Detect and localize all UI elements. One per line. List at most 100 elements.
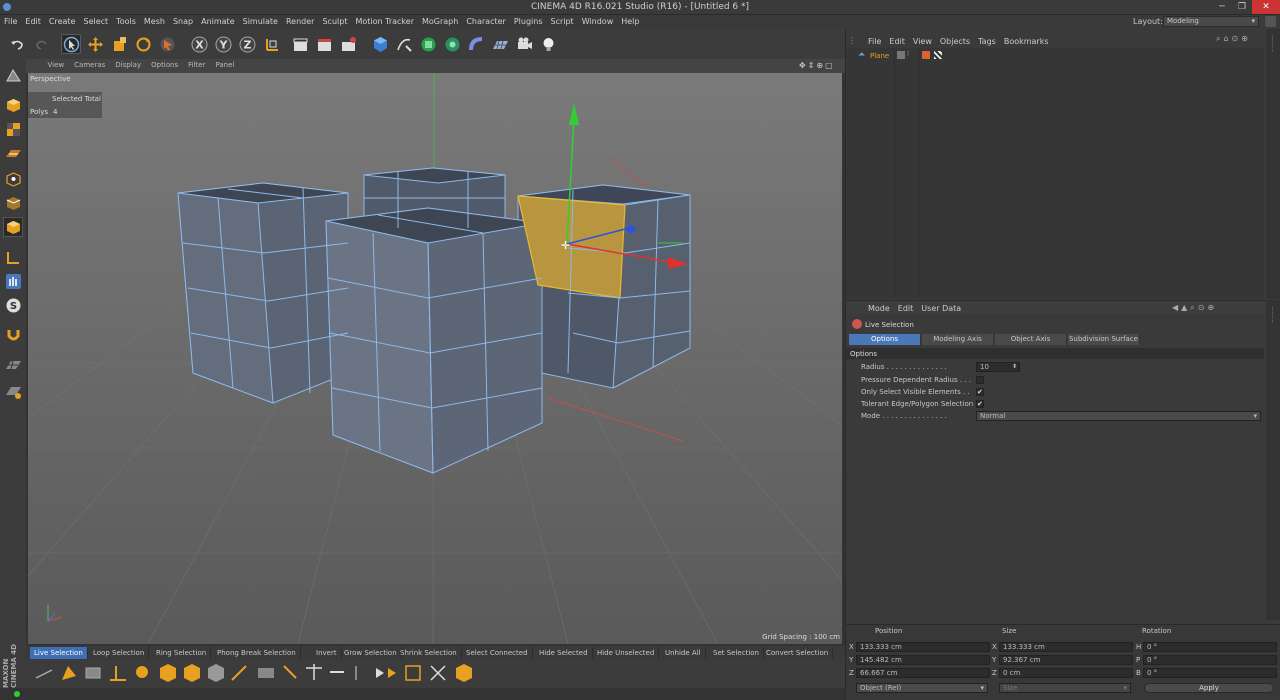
menu-render[interactable]: Render (282, 15, 318, 28)
y-axis-lock-button[interactable]: Y (213, 34, 233, 54)
cloner-button[interactable] (442, 34, 462, 54)
side-tab-labels[interactable]: ········· (1266, 300, 1277, 329)
phong-tag-icon[interactable] (922, 51, 930, 59)
viewport-canvas[interactable]: ✛ (28, 73, 842, 644)
menu-file[interactable]: File (0, 15, 21, 28)
menu-mesh[interactable]: Mesh (140, 15, 169, 28)
command-shrink-selection[interactable]: Shrink Selection (396, 647, 462, 659)
menu-window[interactable]: Window (578, 15, 618, 28)
size-y-input[interactable]: 92.367 cm (999, 655, 1133, 665)
undo-button[interactable] (7, 34, 27, 54)
object-name[interactable]: Plane (870, 52, 889, 60)
close-button[interactable]: ✕ (1252, 0, 1280, 14)
command-invert[interactable]: Invert (312, 647, 342, 659)
deformer-button[interactable] (466, 34, 486, 54)
viewport-menu-cameras[interactable]: Cameras (69, 59, 110, 71)
objects-panel-icons[interactable]: ⌕⌂⊙⊕ (1216, 34, 1251, 44)
pressure-radius-checkbox[interactable] (976, 376, 984, 384)
menu-simulate[interactable]: Simulate (239, 15, 282, 28)
command-hide-selected[interactable]: Hide Selected (535, 647, 593, 659)
tab-modeling-axis[interactable]: Modeling Axis (922, 334, 994, 345)
objects-menu-bookmarks[interactable]: Bookmarks (1000, 35, 1053, 48)
render-to-picture-viewer-button[interactable] (314, 34, 334, 54)
scale-tool-button[interactable] (109, 34, 129, 54)
3d-viewport[interactable]: ✛ Perspective Selected Total Polys 4 Gri… (28, 73, 842, 644)
menu-snap[interactable]: Snap (169, 15, 197, 28)
minimize-button[interactable]: ─ (1212, 0, 1232, 14)
move-tool-button[interactable] (85, 34, 105, 54)
objects-side-tabs[interactable]: ········· (1266, 29, 1280, 299)
menu-mograph[interactable]: MoGraph (418, 15, 462, 28)
model-mode-button[interactable] (3, 95, 23, 115)
menu-animate[interactable]: Animate (197, 15, 239, 28)
object-list[interactable]: ⏶ Plane ⁝ (846, 48, 1264, 298)
layout-toggle-icon[interactable] (1265, 16, 1276, 27)
position-y-input[interactable]: 145.482 cm (856, 655, 990, 665)
material-tag-icon[interactable] (934, 51, 942, 59)
size-z-input[interactable]: 0 cm (999, 668, 1133, 678)
floor-button[interactable] (490, 34, 510, 54)
layer-icon[interactable] (897, 51, 905, 59)
radius-input[interactable]: 10 ⬍ (976, 362, 1020, 372)
points-mode-button[interactable] (3, 169, 23, 189)
viewport-menu-view[interactable]: View (43, 59, 70, 71)
tab-subdivision-surface[interactable]: Subdivision Surface (1068, 334, 1140, 345)
size-x-input[interactable]: 133.333 cm (999, 642, 1133, 652)
command-ring-selection[interactable]: Ring Selection (152, 647, 212, 659)
command-live-selection[interactable]: Live Selection (30, 647, 88, 659)
rotation-h-input[interactable]: 0 ° (1143, 642, 1277, 652)
soft-selection-button[interactable] (3, 325, 23, 345)
workplane-lock-button[interactable] (3, 355, 23, 375)
grid-snap-button[interactable] (3, 381, 23, 401)
position-z-input[interactable]: 66.667 cm (856, 668, 990, 678)
x-axis-lock-button[interactable]: X (189, 34, 209, 54)
command-convert-selection[interactable]: Convert Selection (762, 647, 834, 659)
objects-menu-view[interactable]: View (909, 35, 936, 48)
cube-primitive-button[interactable] (370, 34, 390, 54)
polygons-mode-button[interactable] (3, 217, 23, 237)
menu-motion-tracker[interactable]: Motion Tracker (351, 15, 418, 28)
command-set-selection[interactable]: Set Selection (709, 647, 764, 659)
command-unhide-all[interactable]: Unhide All (661, 647, 706, 659)
redo-button[interactable] (31, 34, 51, 54)
command-grow-selection[interactable]: Grow Selection (340, 647, 402, 659)
viewport-navigation-icons[interactable]: ✥⇕⊕▢ (799, 61, 839, 71)
visibility-dots-icon[interactable]: ⁝ (907, 50, 909, 58)
enable-axis-button[interactable] (3, 247, 23, 267)
camera-button[interactable] (514, 34, 534, 54)
attributes-menu-edit[interactable]: Edit (894, 302, 918, 315)
tab-object-axis[interactable]: Object Axis (995, 334, 1067, 345)
attributes-side-tabs[interactable]: ········· (1266, 300, 1280, 620)
coordinate-system-button[interactable] (262, 34, 282, 54)
command-hide-unselected[interactable]: Hide Unselected (593, 647, 660, 659)
coordinate-mode-select[interactable]: Object (Rel) ▾ (856, 683, 988, 693)
objects-menu-tags[interactable]: Tags (974, 35, 1000, 48)
texture-mode-button[interactable] (3, 119, 23, 139)
viewport-menu-panel[interactable]: Panel (210, 59, 239, 71)
objects-menu-objects[interactable]: Objects (936, 35, 974, 48)
tolerant-selection-checkbox[interactable]: ✔ (976, 400, 984, 408)
command-loop-selection[interactable]: Loop Selection (89, 647, 150, 659)
objects-menu-file[interactable]: File (864, 35, 885, 48)
snapping-button[interactable]: S (3, 295, 23, 315)
position-x-input[interactable]: 133.333 cm (856, 642, 990, 652)
objects-menu-edit[interactable]: Edit (885, 35, 909, 48)
rotate-tool-button[interactable] (133, 34, 153, 54)
layout-select[interactable]: Modeling ▾ (1163, 16, 1259, 27)
live-selection-tool-button[interactable] (61, 34, 81, 54)
viewport-menu-filter[interactable]: Filter (183, 59, 210, 71)
z-axis-lock-button[interactable]: Z (237, 34, 257, 54)
recent-tool-button[interactable] (157, 34, 177, 54)
menu-script[interactable]: Script (546, 15, 577, 28)
subdivision-surface-button[interactable] (418, 34, 438, 54)
mode-select[interactable]: Normal ▾ (976, 411, 1261, 421)
light-button[interactable] (538, 34, 558, 54)
menu-plugins[interactable]: Plugins (510, 15, 547, 28)
viewport-menu-options[interactable]: Options (146, 59, 183, 71)
workplane-mode-button[interactable] (3, 143, 23, 163)
stepper-icon[interactable]: ⬍ (1012, 363, 1017, 371)
menu-create[interactable]: Create (45, 15, 80, 28)
attributes-menu-mode[interactable]: Mode (864, 302, 894, 315)
viewport-menu-display[interactable]: Display (110, 59, 146, 71)
menu-help[interactable]: Help (617, 15, 643, 28)
